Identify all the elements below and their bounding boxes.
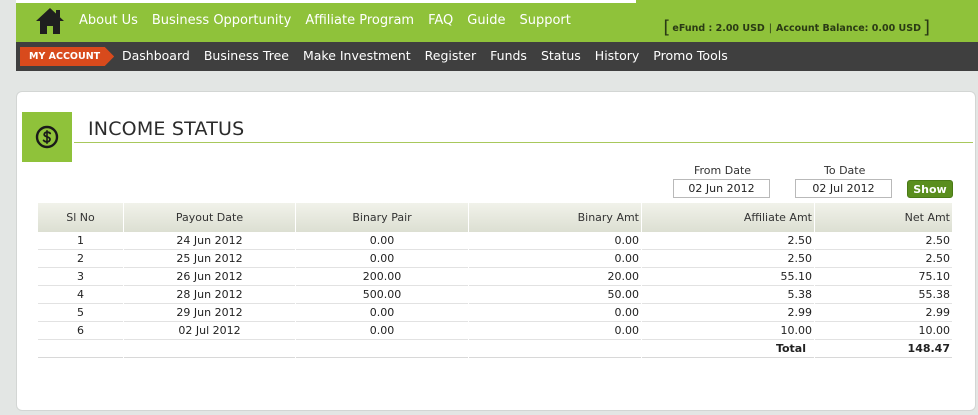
cell-binary-amt: 20.00 — [469, 268, 641, 286]
page-title: INCOME STATUS — [88, 118, 245, 140]
account-nav-funds[interactable]: Funds — [490, 48, 527, 63]
cell-net-amt: 55.38 — [815, 286, 952, 304]
cell-affiliate-amt: 55.10 — [642, 268, 814, 286]
cell-binary-pair: 0.00 — [296, 304, 468, 322]
column-header-payout-date: Payout Date — [124, 203, 295, 232]
home-icon[interactable] — [34, 6, 66, 36]
cell-sl-no: 3 — [38, 268, 123, 286]
to-date-input[interactable] — [795, 179, 892, 198]
cell-payout-date: 02 Jul 2012 — [124, 322, 295, 340]
table-row: 6 02 Jul 2012 0.00 0.00 10.00 10.00 — [38, 322, 952, 340]
table-row: 4 28 Jun 2012 500.00 50.00 5.38 55.38 — [38, 286, 952, 304]
cell-net-amt: 2.50 — [815, 232, 952, 250]
cell-net-amt: 2.99 — [815, 304, 952, 322]
cell-binary-amt: 0.00 — [469, 232, 641, 250]
income-table-wrapper: Sl No Payout Date Binary Pair Binary Amt… — [37, 203, 953, 358]
cell-payout-date: 29 Jun 2012 — [124, 304, 295, 322]
column-header-binary-amt: Binary Amt — [469, 203, 641, 232]
account-nav-history[interactable]: History — [595, 48, 639, 63]
bracket-left: [ — [663, 17, 671, 38]
cell-net-amt: 2.50 — [815, 250, 952, 268]
cell-sl-no: 1 — [38, 232, 123, 250]
total-spacer — [38, 340, 123, 358]
table-row: 1 24 Jun 2012 0.00 0.00 2.50 2.50 — [38, 232, 952, 250]
cell-affiliate-amt: 2.50 — [642, 250, 814, 268]
cell-binary-pair: 200.00 — [296, 268, 468, 286]
income-table: Sl No Payout Date Binary Pair Binary Amt… — [37, 203, 953, 358]
cell-affiliate-amt: 2.99 — [642, 304, 814, 322]
account-nav-status[interactable]: Status — [541, 48, 581, 63]
top-nav-affiliate-program[interactable]: Affiliate Program — [305, 13, 414, 28]
cell-payout-date: 28 Jun 2012 — [124, 286, 295, 304]
top-nav: About Us Business Opportunity Affiliate … — [79, 13, 585, 28]
my-account-badge[interactable]: MY ACCOUNT — [20, 47, 115, 66]
top-nav-support[interactable]: Support — [519, 13, 570, 28]
cell-binary-pair: 0.00 — [296, 232, 468, 250]
top-nav-faq[interactable]: FAQ — [428, 13, 453, 28]
cell-binary-pair: 0.00 — [296, 322, 468, 340]
cell-affiliate-amt: 10.00 — [642, 322, 814, 340]
bracket-right: ] — [922, 17, 930, 38]
content-panel: INCOME STATUS From Date To Date Show Sl … — [16, 91, 976, 411]
cell-binary-pair: 0.00 — [296, 250, 468, 268]
table-row: 5 29 Jun 2012 0.00 0.00 2.99 2.99 — [38, 304, 952, 322]
balance-summary: [ eFund : 2.00 USD | Account Balance: 0.… — [661, 19, 932, 37]
column-header-net-amt: Net Amt — [815, 203, 952, 232]
cell-binary-amt: 50.00 — [469, 286, 641, 304]
total-label: Total — [642, 340, 814, 358]
cell-net-amt: 75.10 — [815, 268, 952, 286]
cell-affiliate-amt: 2.50 — [642, 232, 814, 250]
column-header-affiliate-amt: Affiliate Amt — [642, 203, 814, 232]
account-balance: Account Balance: 0.00 USD — [776, 22, 921, 34]
top-strip — [16, 0, 636, 3]
account-nav-make-investment[interactable]: Make Investment — [303, 48, 411, 63]
to-date-label: To Date — [824, 164, 866, 177]
balance-separator: | — [768, 22, 772, 34]
cell-sl-no: 5 — [38, 304, 123, 322]
account-nav-register[interactable]: Register — [425, 48, 476, 63]
table-header-row: Sl No Payout Date Binary Pair Binary Amt… — [38, 203, 952, 232]
show-button[interactable]: Show — [907, 180, 953, 198]
total-spacer — [469, 340, 641, 358]
total-value: 148.47 — [815, 340, 952, 358]
account-nav-business-tree[interactable]: Business Tree — [204, 48, 289, 63]
top-nav-guide[interactable]: Guide — [467, 13, 505, 28]
cell-binary-pair: 500.00 — [296, 286, 468, 304]
cell-payout-date: 24 Jun 2012 — [124, 232, 295, 250]
total-spacer — [124, 340, 295, 358]
cell-sl-no: 4 — [38, 286, 123, 304]
table-row: 2 25 Jun 2012 0.00 0.00 2.50 2.50 — [38, 250, 952, 268]
dollar-icon — [35, 125, 59, 149]
cell-binary-amt: 0.00 — [469, 250, 641, 268]
cell-binary-amt: 0.00 — [469, 322, 641, 340]
top-header-bar: About Us Business Opportunity Affiliate … — [16, 0, 978, 42]
top-nav-about-us[interactable]: About Us — [79, 13, 138, 28]
account-nav: Dashboard Business Tree Make Investment … — [122, 48, 742, 63]
cell-sl-no: 6 — [38, 322, 123, 340]
cell-net-amt: 10.00 — [815, 322, 952, 340]
table-row: 3 26 Jun 2012 200.00 20.00 55.10 75.10 — [38, 268, 952, 286]
account-nav-dashboard[interactable]: Dashboard — [122, 48, 190, 63]
cell-payout-date: 25 Jun 2012 — [124, 250, 295, 268]
from-date-label: From Date — [694, 164, 752, 177]
total-spacer — [296, 340, 468, 358]
cell-payout-date: 26 Jun 2012 — [124, 268, 295, 286]
account-nav-promo-tools[interactable]: Promo Tools — [653, 48, 727, 63]
title-divider — [74, 142, 973, 143]
cell-sl-no: 2 — [38, 250, 123, 268]
dollar-badge — [22, 112, 72, 162]
column-header-binary-pair: Binary Pair — [296, 203, 468, 232]
cell-affiliate-amt: 5.38 — [642, 286, 814, 304]
table-total-row: Total 148.47 — [38, 340, 952, 358]
efund-balance: eFund : 2.00 USD — [672, 22, 765, 34]
top-nav-business-opportunity[interactable]: Business Opportunity — [152, 13, 291, 28]
account-nav-bar: MY ACCOUNT Dashboard Business Tree Make … — [16, 42, 978, 71]
column-header-sl-no: Sl No — [38, 203, 123, 232]
cell-binary-amt: 0.00 — [469, 304, 641, 322]
from-date-input[interactable] — [673, 179, 770, 198]
